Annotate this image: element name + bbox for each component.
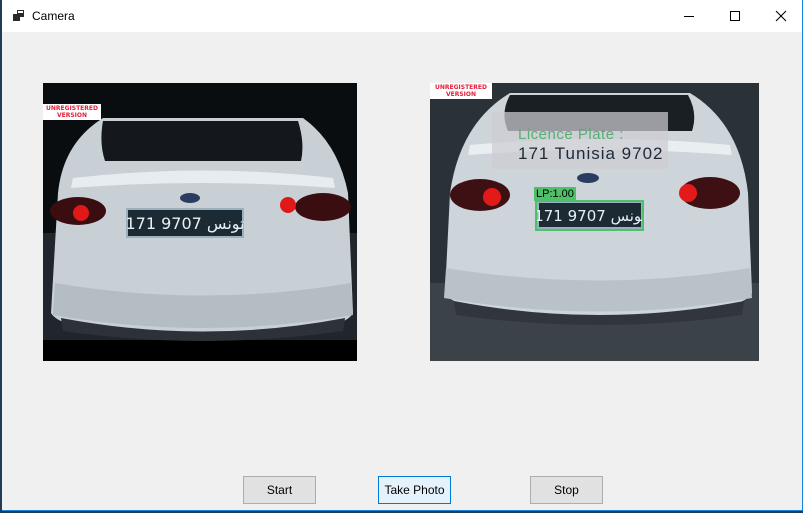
camera-feed-picture: 171 تونس 9707 UNREGISTERED VERSION — [43, 83, 357, 361]
minimize-icon — [684, 16, 694, 17]
detection-confidence-tag: LP:1.00 — [534, 187, 576, 201]
licence-plate-value: 171 Tunisia 9702 — [518, 144, 664, 163]
window-title: Camera — [32, 9, 75, 23]
left-plate-text: 171 تونس 9707 — [126, 214, 245, 234]
captured-photo-picture: 171 تونس 9707 UNREGISTERED VERSION Licen… — [430, 83, 759, 361]
unregistered-watermark: UNREGISTERED VERSION — [43, 104, 101, 120]
watermark-line-1: UNREGISTERED — [435, 84, 487, 91]
watermark-line-2: VERSION — [445, 91, 477, 98]
maximize-icon — [730, 11, 740, 21]
take-photo-button[interactable]: Take Photo — [378, 476, 451, 504]
client-area: 171 تونس 9707 UNREGISTERED VERSION 171 ت… — [2, 32, 802, 511]
watermark-line-2: VERSION — [56, 112, 88, 119]
start-button[interactable]: Start — [243, 476, 316, 504]
camera-window: Camera 171 تونس 9707 UNREGISTERED VERSIO… — [2, 0, 803, 511]
car-rear-image: 171 تونس 9707 — [43, 83, 357, 361]
watermark-line-1: UNREGISTERED — [46, 105, 98, 112]
minimize-button[interactable] — [666, 0, 712, 32]
close-icon — [775, 10, 787, 22]
plate-detection-box — [535, 200, 644, 231]
stop-button[interactable]: Stop — [530, 476, 603, 504]
unregistered-watermark: UNREGISTERED VERSION — [430, 83, 492, 99]
title-bar[interactable]: Camera — [2, 0, 802, 32]
maximize-button[interactable] — [712, 0, 758, 32]
app-window-icon — [13, 10, 24, 21]
close-button[interactable] — [758, 0, 803, 32]
licence-plate-label: Licence Plate : — [518, 126, 624, 143]
